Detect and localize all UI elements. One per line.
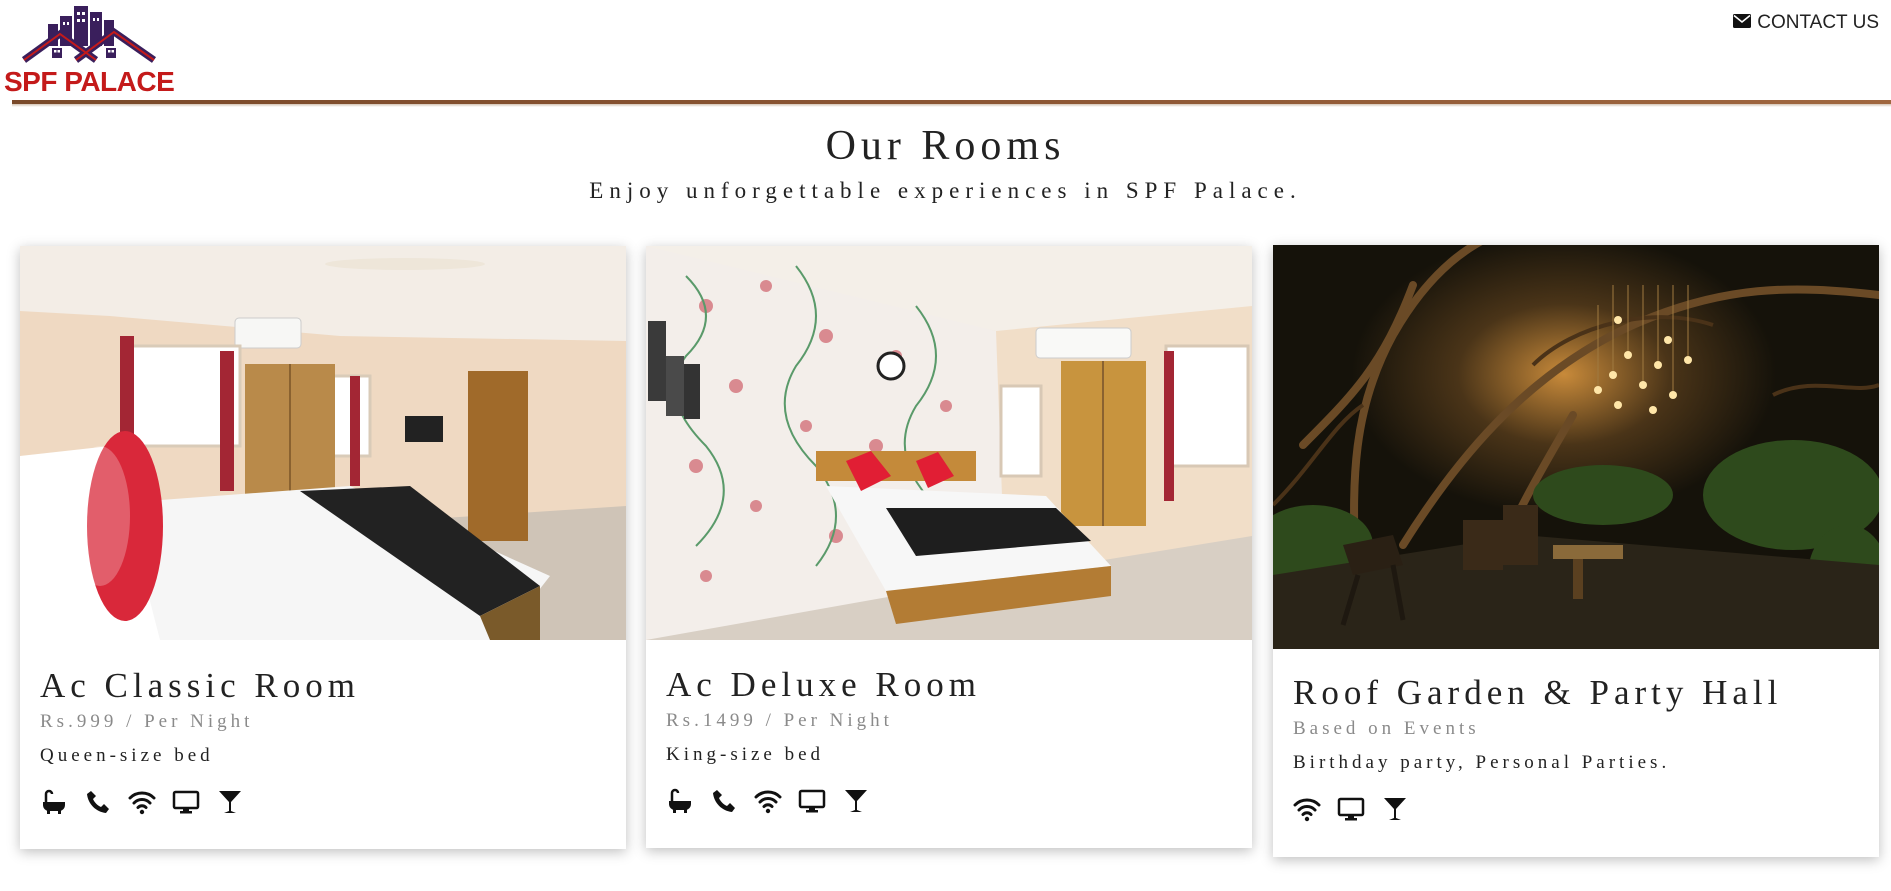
room-price: Rs.1499 / Per Night (666, 710, 893, 731)
wifi-icon (1293, 795, 1321, 823)
phone-icon (84, 788, 112, 816)
room-card-classic[interactable]: Ac Classic Room Rs.999 / Per Night Queen… (20, 246, 626, 849)
phone-icon (710, 787, 738, 815)
hotel-room-bed-image[interactable] (20, 246, 626, 640)
envelope-icon (1733, 12, 1752, 34)
logo-buildings-icon (21, 6, 157, 63)
tv-icon (1337, 795, 1365, 823)
room-card-deluxe[interactable]: Ac Deluxe Room Rs.1499 / Per Night King-… (646, 246, 1252, 848)
wifi-icon (754, 787, 782, 815)
room-price: Rs.999 / Per Night (40, 711, 254, 732)
logo-text: SPF PALACE (4, 66, 175, 97)
room-title: Ac Deluxe Room (666, 665, 981, 704)
cocktail-icon (1381, 795, 1409, 823)
section-subtitle: Enjoy unforgettable experiences in SPF P… (589, 178, 1302, 203)
room-title: Ac Classic Room (40, 666, 360, 705)
wifi-icon (128, 788, 156, 816)
card-body: Ac Classic Room Rs.999 / Per Night Queen… (40, 666, 606, 816)
amenity-list (666, 787, 1232, 815)
cocktail-icon (216, 788, 244, 816)
room-description: King-size bed (666, 744, 825, 765)
tv-icon (172, 788, 200, 816)
contact-us-label: CONTACT US (1757, 12, 1879, 33)
site-header: SPF PALACE CONTACT US (0, 0, 1891, 108)
room-card-roof-garden[interactable]: Roof Garden & Party Hall Based on Events… (1273, 245, 1879, 857)
room-description: Queen-size bed (40, 745, 214, 766)
header-divider (12, 100, 1891, 107)
cocktail-icon (842, 787, 870, 815)
roof-garden-night-image[interactable] (1273, 245, 1879, 649)
amenity-list (1293, 795, 1859, 823)
room-price: Based on Events (1293, 718, 1480, 739)
deluxe-room-image[interactable] (646, 246, 1252, 640)
room-description: Birthday party, Personal Parties. (1293, 752, 1671, 773)
bathtub-icon (40, 788, 68, 816)
card-body: Roof Garden & Party Hall Based on Events… (1293, 673, 1859, 823)
room-title: Roof Garden & Party Hall (1293, 673, 1783, 712)
amenity-list (40, 788, 606, 816)
tv-icon (798, 787, 826, 815)
logo[interactable]: SPF PALACE (2, 2, 175, 98)
bathtub-icon (666, 787, 694, 815)
card-body: Ac Deluxe Room Rs.1499 / Per Night King-… (666, 665, 1232, 815)
section-title: Our Rooms (825, 123, 1066, 169)
contact-us-link[interactable]: CONTACT US (1733, 12, 1879, 34)
